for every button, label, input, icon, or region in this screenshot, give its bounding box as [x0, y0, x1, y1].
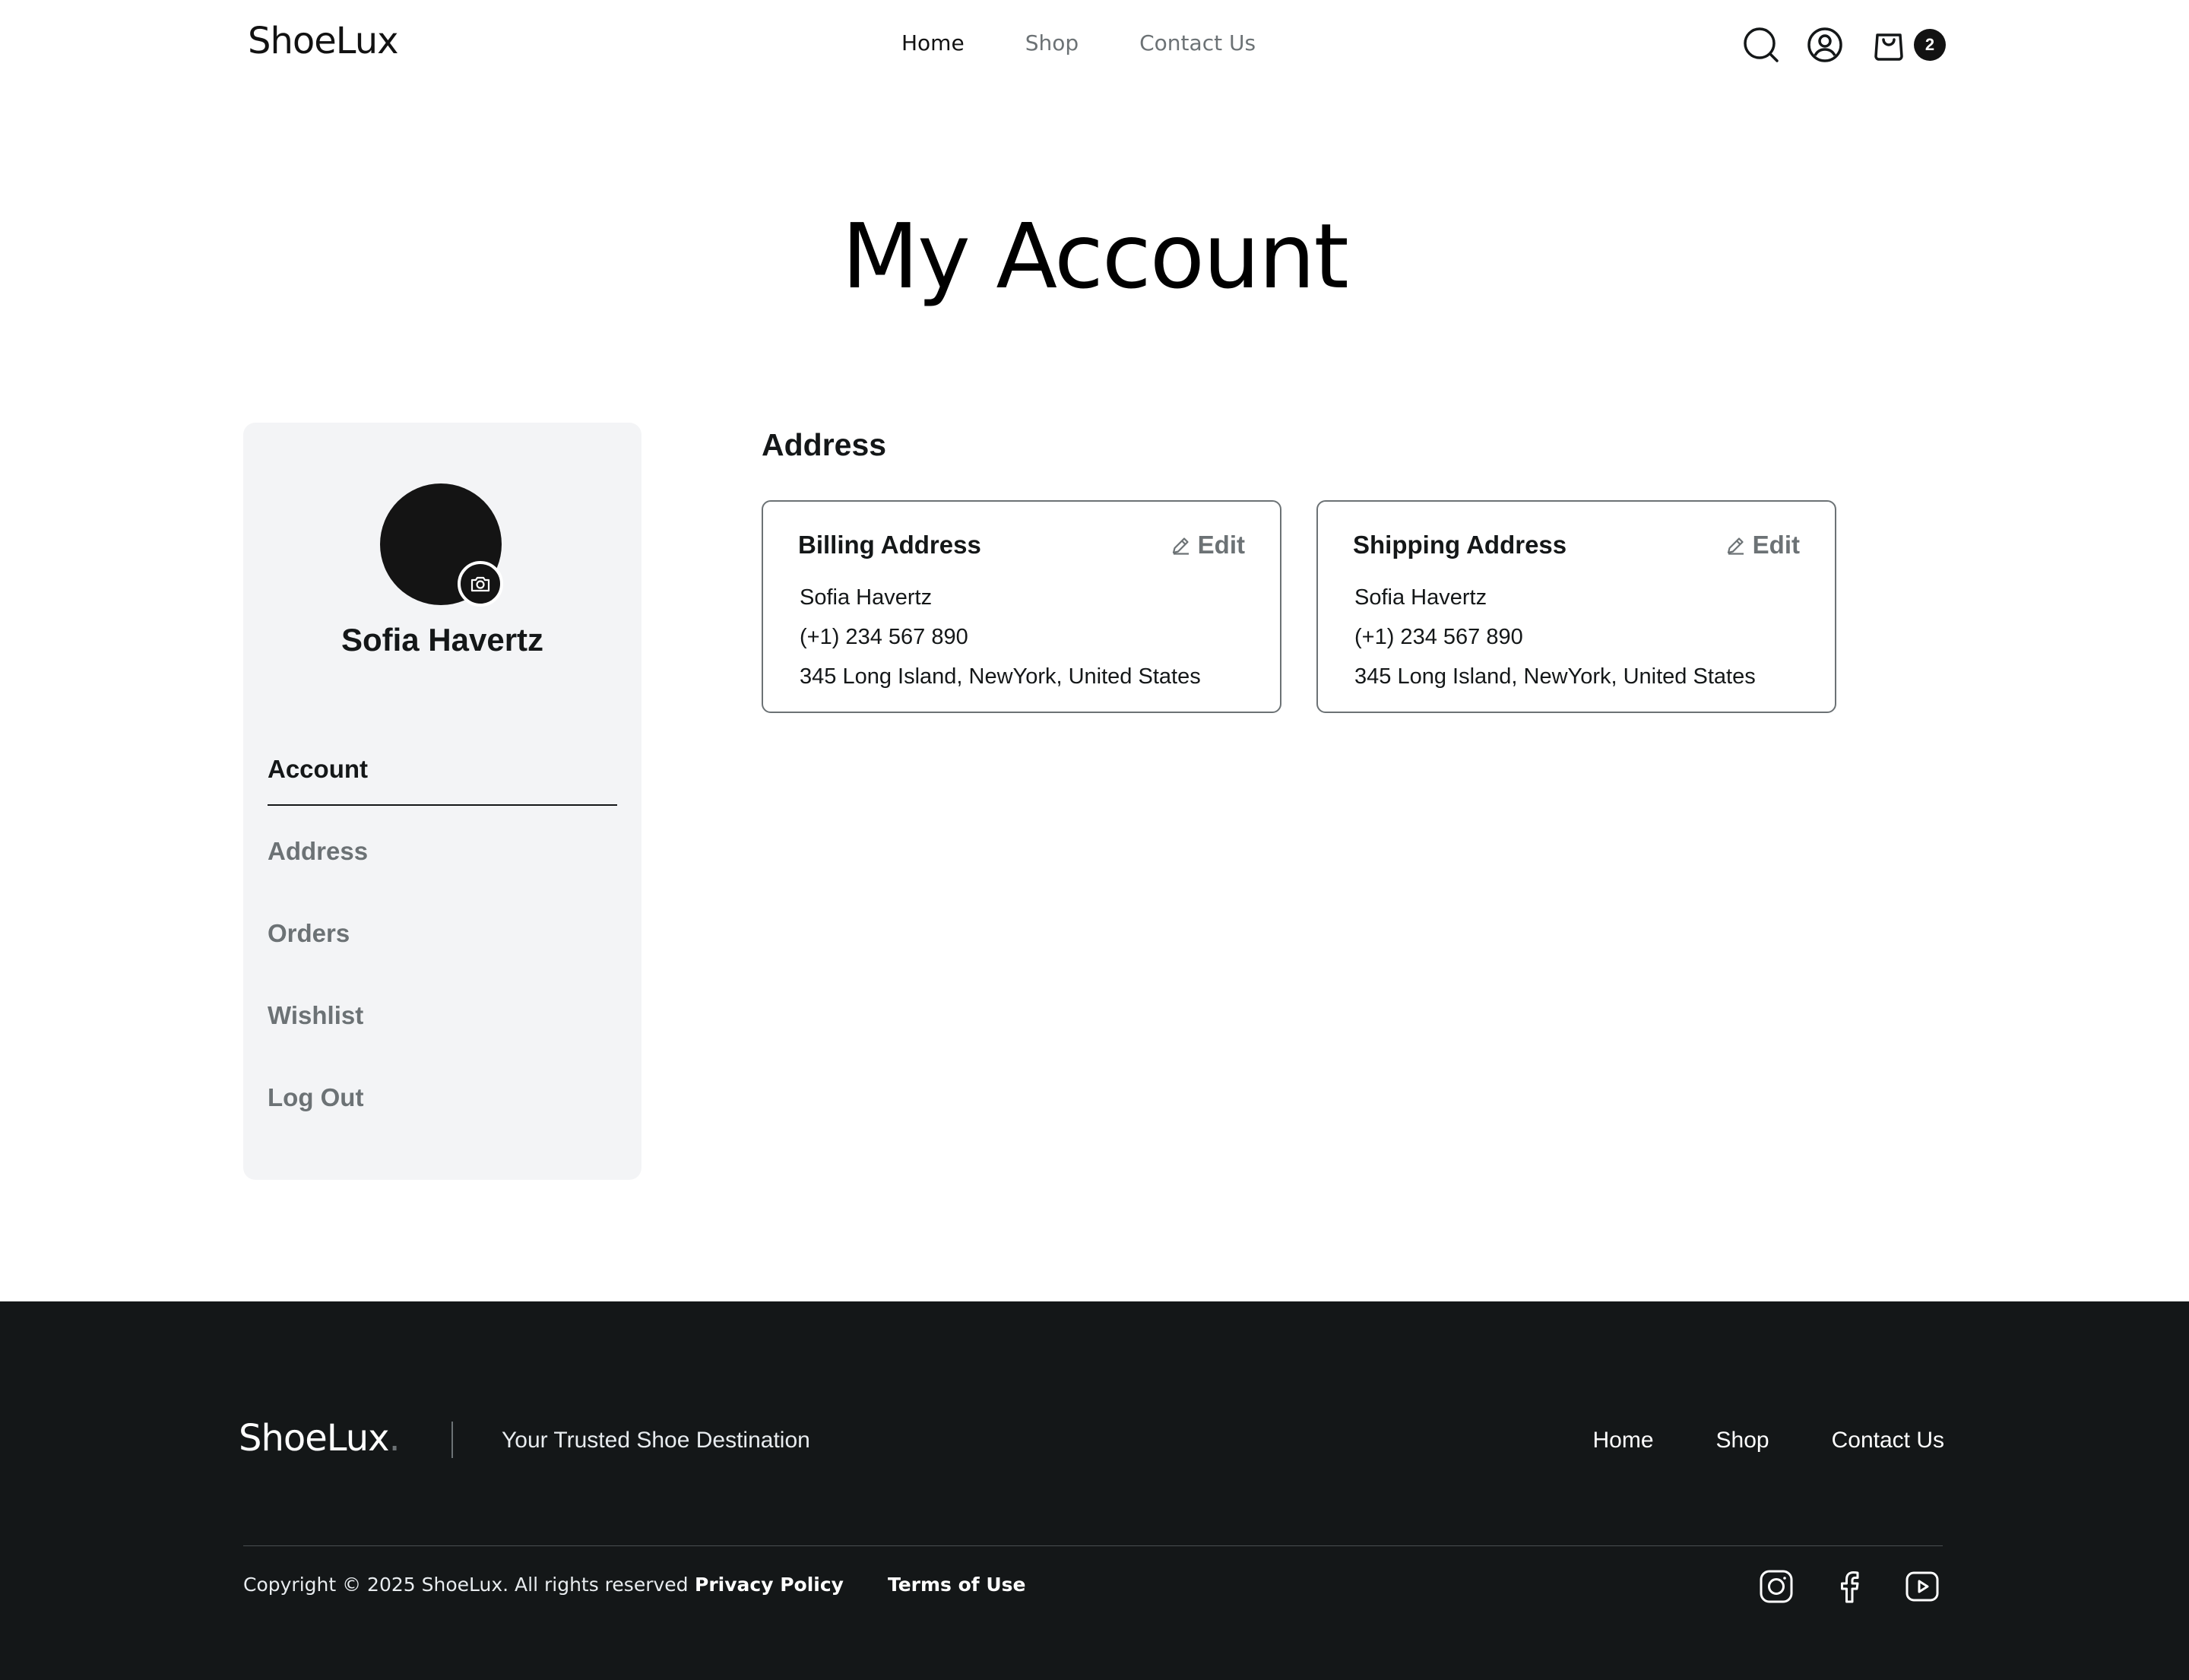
footer-logo-dot: .: [388, 1417, 401, 1460]
nav-shop[interactable]: Shop: [1025, 30, 1079, 55]
instagram-icon[interactable]: [1757, 1567, 1795, 1606]
terms-of-use-link[interactable]: Terms of Use: [888, 1574, 1026, 1596]
legal-links: Privacy Policy Terms of Use: [695, 1574, 1026, 1596]
cart-count-badge: 2: [1914, 29, 1946, 61]
edit-label: Edit: [1197, 531, 1245, 559]
nav-home[interactable]: Home: [901, 30, 965, 55]
privacy-policy-link[interactable]: Privacy Policy: [695, 1574, 844, 1596]
edit-billing-button[interactable]: Edit: [1171, 531, 1245, 559]
footer-nav-home[interactable]: Home: [1593, 1428, 1654, 1453]
footer-nav-contact-us[interactable]: Contact Us: [1832, 1428, 1944, 1453]
pencil-icon: [1727, 537, 1744, 555]
footer-logo[interactable]: ShoeLux.: [239, 1417, 401, 1460]
page-title: My Account: [841, 204, 1349, 309]
shipping-name: Sofia Havertz: [1354, 585, 1487, 610]
billing-name: Sofia Havertz: [800, 585, 933, 610]
billing-street: 345 Long Island, NewYork, United States: [800, 664, 1201, 689]
copyright-text: Copyright © 2025 ShoeLux. All rights res…: [243, 1574, 689, 1596]
edit-label: Edit: [1752, 531, 1800, 559]
address-section-title: Address: [762, 427, 887, 462]
billing-address-card: Billing Address Edit Sofia Havertz (+1) …: [762, 500, 1281, 713]
search-icon[interactable]: [1742, 26, 1780, 64]
account-menu: Account Address Orders Wishlist Log Out: [268, 742, 617, 1152]
sidebar-item-address[interactable]: Address: [268, 824, 617, 906]
shipping-street: 345 Long Island, NewYork, United States: [1354, 664, 1756, 689]
camera-icon: [470, 576, 490, 592]
footer-divider: [451, 1422, 453, 1458]
social-links: [1757, 1567, 1941, 1606]
footer-rule: [243, 1545, 1943, 1546]
shipping-address-title: Shipping Address: [1353, 531, 1567, 559]
shopping-bag-icon[interactable]: [1870, 26, 1908, 64]
billing-phone: (+1) 234 567 890: [800, 625, 968, 649]
site-logo[interactable]: ShoeLux: [248, 20, 399, 62]
account-sidebar: Sofia Havertz Account Address Orders Wis…: [243, 423, 641, 1180]
footer-nav: Home Shop Contact Us: [1593, 1428, 1945, 1453]
footer-nav-shop[interactable]: Shop: [1716, 1428, 1769, 1453]
sidebar-item-orders[interactable]: Orders: [268, 906, 617, 988]
facebook-icon[interactable]: [1830, 1567, 1868, 1606]
sidebar-item-account[interactable]: Account: [268, 742, 617, 806]
shipping-address-card: Shipping Address Edit Sofia Havertz (+1)…: [1316, 500, 1836, 713]
site-footer: ShoeLux. Your Trusted Shoe Destination H…: [0, 1301, 2189, 1680]
sidebar-item-log-out[interactable]: Log Out: [268, 1070, 617, 1152]
sidebar-item-wishlist[interactable]: Wishlist: [268, 988, 617, 1070]
main-nav: Home Shop Contact Us: [901, 30, 1256, 55]
cart[interactable]: 2: [1870, 26, 1946, 64]
nav-contact-us[interactable]: Contact Us: [1139, 30, 1256, 55]
edit-shipping-button[interactable]: Edit: [1725, 531, 1800, 559]
user-name: Sofia Havertz: [341, 622, 544, 658]
youtube-icon[interactable]: [1903, 1567, 1941, 1606]
change-avatar-button[interactable]: [458, 561, 503, 607]
avatar-container: [380, 483, 503, 607]
shipping-phone: (+1) 234 567 890: [1354, 625, 1523, 649]
header-actions: 2: [1742, 26, 1946, 64]
pencil-icon: [1172, 537, 1189, 555]
footer-logo-text: ShoeLux: [239, 1417, 390, 1460]
footer-tagline: Your Trusted Shoe Destination: [502, 1428, 810, 1453]
user-icon[interactable]: [1806, 26, 1844, 64]
billing-address-title: Billing Address: [798, 531, 981, 559]
